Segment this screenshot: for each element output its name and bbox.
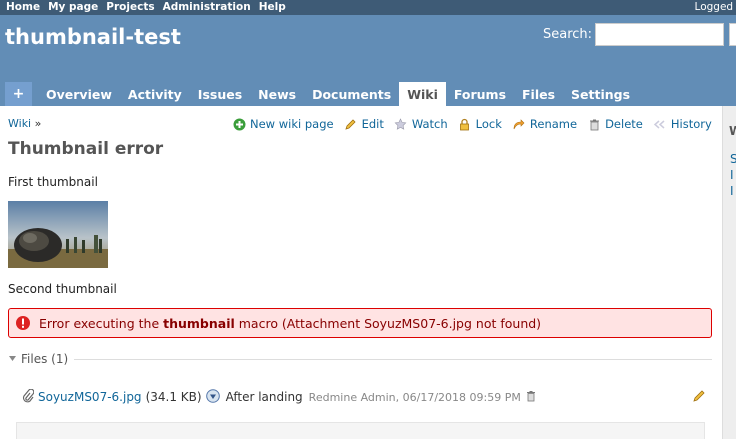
edit-attachments-pencil-icon[interactable]	[692, 389, 706, 406]
tab-news[interactable]: News	[250, 82, 304, 106]
lock-label: Lock	[475, 117, 502, 131]
pencil-icon	[344, 117, 358, 131]
delete-label: Delete	[605, 117, 643, 131]
project-jump-select[interactable]	[729, 23, 736, 46]
page-title: Thumbnail error	[8, 139, 164, 159]
tab-forums[interactable]: Forums	[446, 82, 514, 106]
tab-files[interactable]: Files	[514, 82, 563, 106]
sidebar-heading: W	[729, 124, 736, 138]
top-menu: Home My page Projects Administration Hel…	[0, 0, 736, 15]
tab-settings[interactable]: Settings	[563, 82, 638, 106]
top-link-administration[interactable]: Administration	[163, 0, 251, 15]
error-suffix: macro (Attachment SoyuzMS07-6.jpg not fo…	[234, 315, 542, 331]
breadcrumb-separator: »	[34, 117, 42, 130]
add-icon	[232, 117, 246, 131]
error-prefix: Error executing the	[39, 315, 164, 331]
top-link-home[interactable]: Home	[6, 0, 40, 15]
rename-arrow-icon	[512, 117, 526, 131]
watch-link[interactable]: Watch	[394, 117, 448, 131]
top-link-help[interactable]: Help	[259, 0, 286, 15]
lock-link[interactable]: Lock	[458, 117, 502, 131]
tab-wiki[interactable]: Wiki	[399, 82, 446, 106]
history-link[interactable]: History	[653, 117, 712, 131]
delete-link[interactable]: Delete	[587, 117, 643, 131]
collapse-triangle-icon	[8, 352, 17, 366]
star-icon	[394, 117, 408, 131]
first-thumbnail-paragraph: First thumbnail	[8, 175, 98, 189]
top-link-my-page[interactable]: My page	[48, 0, 98, 15]
sidebar-link-index-by-title[interactable]: I	[730, 168, 734, 182]
error-message: Error executing the thumbnail macro (Att…	[39, 316, 541, 331]
contextual-menu: New wiki page Edit Watch Lock Rename Del…	[232, 117, 712, 131]
new-object-button[interactable]: +	[5, 82, 32, 106]
attachment-description: After landing	[225, 390, 303, 404]
error-icon	[15, 315, 31, 331]
second-thumbnail-paragraph: Second thumbnail	[8, 282, 117, 296]
tab-documents[interactable]: Documents	[304, 82, 399, 106]
bottom-panel	[16, 422, 705, 439]
new-wiki-page-link[interactable]: New wiki page	[232, 117, 334, 131]
history-icon	[653, 117, 667, 131]
download-icon[interactable]	[205, 388, 220, 406]
watch-label: Watch	[411, 117, 448, 131]
top-menu-links: Home My page Projects Administration Hel…	[6, 0, 286, 15]
delete-attachment-icon[interactable]	[525, 390, 537, 405]
trash-icon	[587, 117, 601, 131]
paperclip-icon	[22, 388, 35, 406]
history-label: History	[670, 117, 712, 131]
breadcrumb: Wiki »	[8, 117, 41, 130]
search-label: Search:	[543, 27, 593, 42]
breadcrumb-wiki-link[interactable]: Wiki	[8, 117, 31, 130]
sidebar-link-start-page[interactable]: S	[730, 152, 736, 166]
error-flash: Error executing the thumbnail macro (Att…	[8, 308, 712, 338]
tab-issues[interactable]: Issues	[190, 82, 250, 106]
sidebar: W S I I	[722, 106, 736, 439]
rename-label: Rename	[529, 117, 578, 131]
edit-link[interactable]: Edit	[344, 117, 384, 131]
lock-icon	[458, 117, 472, 131]
thumbnail-image[interactable]	[8, 201, 108, 268]
files-legend-label: Files (1)	[21, 352, 69, 366]
new-wiki-page-label: New wiki page	[250, 117, 334, 131]
content: Wiki » New wiki page Edit Watch Lock Ren…	[0, 106, 722, 439]
rename-link[interactable]: Rename	[512, 117, 577, 131]
tab-activity[interactable]: Activity	[120, 82, 190, 106]
sidebar-link-index-by-date[interactable]: I	[730, 184, 734, 198]
top-link-projects[interactable]: Projects	[106, 0, 154, 15]
attachment-size: (34.1 KB)	[145, 390, 202, 404]
files-divider	[8, 359, 712, 360]
attachment-author-date: Redmine Admin, 06/17/2018 09:59 PM	[308, 390, 521, 404]
main-menu: + Overview Activity Issues News Document…	[5, 82, 638, 106]
tab-overview[interactable]: Overview	[38, 82, 120, 106]
files-fieldset-legend: Files (1)	[8, 352, 712, 366]
edit-label: Edit	[361, 117, 384, 131]
attachment-filename-link[interactable]: SoyuzMS07-6.jpg	[38, 390, 142, 404]
attachment-row: SoyuzMS07-6.jpg (34.1 KB) After landing …	[22, 388, 712, 406]
header: thumbnail-test Search: + Overview Activi…	[0, 15, 736, 106]
error-macro-name: thumbnail	[163, 315, 235, 331]
search-input[interactable]	[595, 23, 724, 46]
project-title[interactable]: thumbnail-test	[5, 25, 181, 49]
logged-as: Logged in	[694, 1, 736, 13]
files-toggle[interactable]: Files (1)	[8, 352, 75, 366]
